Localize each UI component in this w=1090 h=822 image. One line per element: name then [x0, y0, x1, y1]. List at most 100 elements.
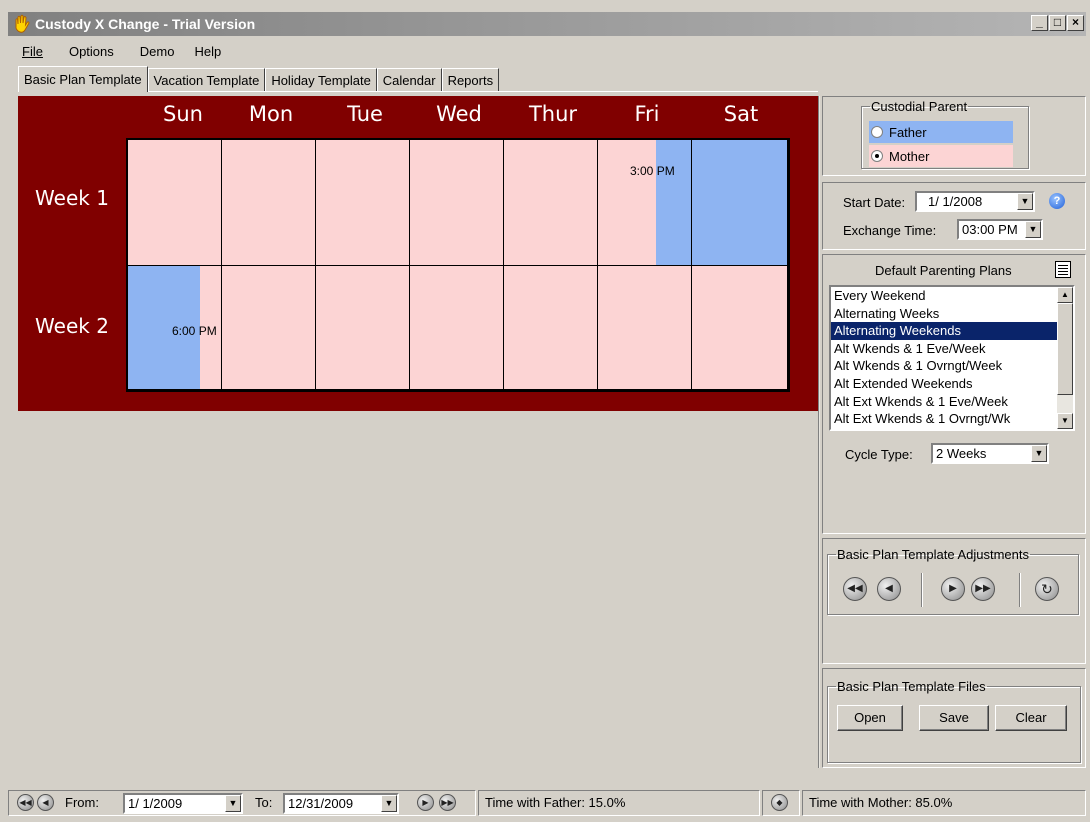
radio-circle-checked: [871, 150, 883, 162]
notepad-icon[interactable]: [1055, 261, 1071, 278]
date-range-pane: ◀◀ ◀ From: 1/ 1/2009 ▼ To: 12/31/2009 ▼ …: [8, 790, 476, 816]
menu-bar: File Options Demo Help: [14, 42, 237, 62]
maximize-button[interactable]: □: [1049, 15, 1066, 31]
list-scrollbar[interactable]: ▲ ▼: [1057, 287, 1073, 429]
cell-week2-sun[interactable]: 6:00 PM: [128, 266, 222, 390]
clear-button[interactable]: Clear: [995, 705, 1067, 731]
list-item[interactable]: Alt Wkends & 1 Ovrngt/Week: [831, 357, 1073, 375]
day-header-wed: Wed: [436, 102, 482, 126]
cell-week2-mon[interactable]: [222, 266, 316, 390]
cell-week1-wed[interactable]: [410, 140, 504, 266]
refresh-icon[interactable]: ↻: [1035, 577, 1059, 601]
radio-mother[interactable]: Mother: [869, 145, 1013, 167]
start-date-picker[interactable]: 1/ 1/2008 ▼: [915, 191, 1035, 212]
to-date-picker[interactable]: 12/31/2009 ▼: [283, 793, 399, 814]
father-time-block: [656, 140, 691, 265]
list-item[interactable]: Every Weekend: [831, 287, 1073, 305]
files-panel: Basic Plan Template Files Open Save Clea…: [822, 668, 1086, 768]
father-time-pane: Time with Father: 15.0%: [478, 790, 760, 816]
close-button[interactable]: ×: [1067, 15, 1084, 31]
chevron-down-icon[interactable]: ▼: [1017, 193, 1033, 210]
status-bar: ◀◀ ◀ From: 1/ 1/2009 ▼ To: 12/31/2009 ▼ …: [8, 788, 1086, 818]
mother-time-pane: Time with Mother: 85.0%: [802, 790, 1086, 816]
tab-basic-plan-template[interactable]: Basic Plan Template: [18, 66, 148, 92]
list-item-selected[interactable]: Alternating Weekends: [831, 322, 1073, 340]
exchange-time-label: 6:00 PM: [172, 324, 217, 338]
chevron-down-icon[interactable]: ▼: [1025, 221, 1041, 238]
previous-icon[interactable]: ◀: [37, 794, 54, 811]
exchange-time-picker[interactable]: 03:00 PM ▼: [957, 219, 1043, 240]
files-legend: Basic Plan Template Files: [837, 679, 986, 694]
tab-calendar[interactable]: Calendar: [376, 68, 442, 92]
cell-week2-tue[interactable]: [316, 266, 410, 390]
help-icon[interactable]: ?: [1049, 193, 1065, 209]
open-button[interactable]: Open: [837, 705, 903, 731]
cell-week2-wed[interactable]: [410, 266, 504, 390]
forward-icon[interactable]: ▶: [941, 577, 965, 601]
rewind-icon[interactable]: ◀: [877, 577, 901, 601]
cell-week1-mon[interactable]: [222, 140, 316, 266]
cell-week1-tue[interactable]: [316, 140, 410, 266]
scroll-down-icon[interactable]: ▼: [1057, 413, 1073, 429]
save-button[interactable]: Save: [919, 705, 989, 731]
parenting-plans-list[interactable]: Every Weekend Alternating Weeks Alternat…: [829, 285, 1075, 431]
adjustments-legend: Basic Plan Template Adjustments: [837, 547, 1029, 562]
toggle-arrows-icon[interactable]: ◆: [771, 794, 788, 811]
minimize-button[interactable]: _: [1031, 15, 1048, 31]
menu-options[interactable]: Options: [59, 42, 130, 62]
day-header-thur: Thur: [528, 102, 578, 126]
cell-week2-thur[interactable]: [504, 266, 598, 390]
cycle-type-label: Cycle Type:: [845, 447, 913, 462]
next-icon[interactable]: ▶: [417, 794, 434, 811]
tab-holiday-template[interactable]: Holiday Template: [265, 68, 377, 92]
cycle-type-value: 2 Weeks: [936, 446, 987, 461]
menu-help[interactable]: Help: [190, 42, 237, 62]
last-icon[interactable]: ▶▶: [439, 794, 456, 811]
radio-father-label: Father: [889, 124, 927, 140]
cycle-type-select[interactable]: 2 Weeks ▼: [931, 443, 1049, 464]
list-item[interactable]: Alt Ext Wkends & 1 Ovrngt/Wk: [831, 410, 1073, 428]
radio-mother-label: Mother: [889, 148, 930, 164]
tab-strip: Basic Plan Template Vacation Template Ho…: [18, 66, 500, 92]
scroll-up-icon[interactable]: ▲: [1057, 287, 1073, 303]
cell-week2-fri[interactable]: [598, 266, 692, 390]
cell-week1-sun[interactable]: [128, 140, 222, 266]
radio-father[interactable]: Father: [869, 121, 1013, 143]
toggle-pane: ◆: [762, 790, 800, 816]
radio-circle: [871, 126, 883, 138]
list-item[interactable]: Alt Ext Wkends & 1 Eve/Week: [831, 393, 1073, 411]
separator: [1019, 573, 1021, 607]
chevron-down-icon[interactable]: ▼: [1031, 445, 1047, 462]
schedule-calendar: 3:00 PM 6:00 PM: [126, 138, 790, 392]
chevron-down-icon[interactable]: ▼: [381, 795, 397, 812]
first-icon[interactable]: ◀◀: [17, 794, 34, 811]
week-label-1: Week 1: [35, 186, 109, 210]
from-date-value: 1/ 1/2009: [128, 796, 183, 811]
tab-reports[interactable]: Reports: [441, 68, 500, 92]
exchange-time-field-label: Exchange Time:: [843, 223, 937, 238]
hand-app-icon: [15, 14, 30, 33]
day-header-sun: Sun: [163, 102, 203, 126]
custodial-parent-legend: Custodial Parent: [871, 99, 968, 114]
forward-fast-icon[interactable]: ▶▶: [971, 577, 995, 601]
cell-week2-sat[interactable]: [692, 266, 788, 390]
scroll-thumb[interactable]: [1057, 303, 1073, 395]
rewind-fast-icon[interactable]: ◀◀: [843, 577, 867, 601]
date-time-panel: Start Date: 1/ 1/2008 ▼ ? Exchange Time:…: [822, 182, 1086, 250]
separator: [921, 573, 923, 607]
cell-week1-fri[interactable]: 3:00 PM: [598, 140, 692, 266]
parenting-plans-panel: Default Parenting Plans Every Weekend Al…: [822, 254, 1086, 534]
list-item[interactable]: Alt Extended Weekends: [831, 375, 1073, 393]
menu-demo[interactable]: Demo: [130, 42, 191, 62]
list-item[interactable]: Alternating Weeks: [831, 305, 1073, 323]
chevron-down-icon[interactable]: ▼: [225, 795, 241, 812]
start-date-value: 1/ 1/2008: [928, 194, 983, 209]
list-item[interactable]: Alt Wkends & 1 Eve/Week: [831, 340, 1073, 358]
schedule-grid: Sun Mon Tue Wed Thur Fri Sat Week 1 Week…: [18, 96, 818, 411]
cell-week1-thur[interactable]: [504, 140, 598, 266]
tab-vacation-template[interactable]: Vacation Template: [147, 68, 266, 92]
panel-divider: [818, 96, 820, 768]
menu-file[interactable]: File: [14, 42, 59, 62]
from-date-picker[interactable]: 1/ 1/2009 ▼: [123, 793, 243, 814]
cell-week1-sat[interactable]: [692, 140, 788, 266]
